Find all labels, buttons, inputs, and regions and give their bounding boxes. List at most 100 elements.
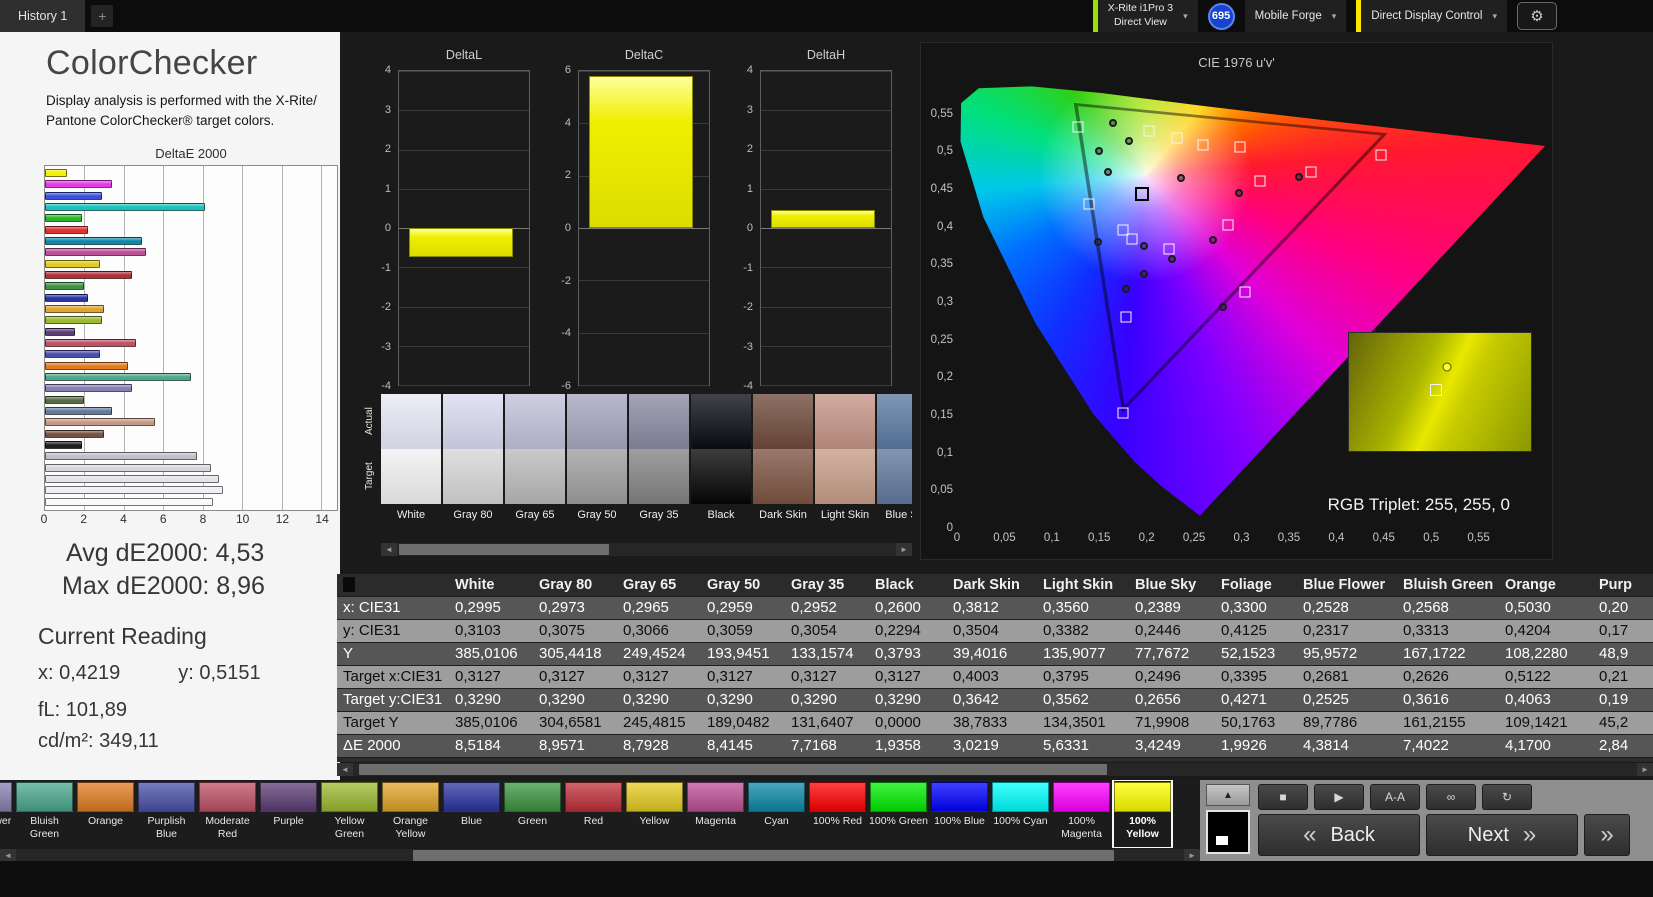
deltae-bar-row <box>45 429 337 438</box>
patch-button-purplish-blue[interactable]: Purplish Blue <box>137 780 196 848</box>
cie-plot <box>957 76 1545 528</box>
x-tick-label: 0 <box>40 511 48 526</box>
patch-button-orange[interactable]: Orange <box>76 780 135 848</box>
scroll-thumb[interactable] <box>413 850 1114 861</box>
patch-button-cyan[interactable]: Cyan <box>747 780 806 848</box>
table-cell: 131,6407 <box>785 711 869 735</box>
history-tab[interactable]: History 1 <box>0 0 86 32</box>
gridline <box>761 228 891 229</box>
patch-button-purple[interactable]: Purple <box>259 780 318 848</box>
table-cell: 109,1421 <box>1499 711 1593 735</box>
table-cell: 0,0000 <box>869 711 947 735</box>
scroll-thumb[interactable] <box>399 544 609 555</box>
table-cell: 95,9572 <box>1297 642 1397 666</box>
gridline <box>579 228 709 229</box>
source-selector[interactable]: Mobile Forge ▾ <box>1244 0 1347 32</box>
patch-button-blue-flower[interactable]: Blue Flower <box>0 780 13 848</box>
row-label: ΔE 2000 <box>337 734 449 758</box>
comparison-patch: Gray 65 <box>505 394 565 534</box>
table-cell: 52,1523 <box>1215 642 1297 666</box>
y-axis-labels: 4 3 2 1 0 -1 -2 -3 -4 <box>734 64 756 392</box>
patch-swatch <box>382 782 439 812</box>
patch-button-100-red[interactable]: 100% Red <box>808 780 867 848</box>
scroll-track[interactable] <box>353 763 1637 776</box>
table-cell: 0,3290 <box>617 688 701 712</box>
deltae-bar-row <box>45 282 337 291</box>
patch-button-orange-yellow[interactable]: Orange Yellow <box>381 780 440 848</box>
continuous-read-button[interactable]: ∞ <box>1426 784 1476 810</box>
patch-button-100-cyan[interactable]: 100% Cyan <box>991 780 1050 848</box>
gridline <box>761 110 891 112</box>
comparison-scrollbar[interactable]: ◄ ► <box>381 543 912 556</box>
patch-button-100-green[interactable]: 100% Green <box>869 780 928 848</box>
gridline <box>579 385 709 386</box>
patch-button-100-yellow[interactable]: 100% Yellow <box>1112 780 1173 848</box>
back-button[interactable]: « Back <box>1258 814 1420 856</box>
table-cell: 0,3127 <box>701 665 785 689</box>
patch-button-yellow-green[interactable]: Yellow Green <box>320 780 379 848</box>
gridline <box>399 110 529 112</box>
measured-marker <box>1208 236 1217 245</box>
y-tick-label: 0,45 <box>930 183 953 195</box>
scroll-right-arrow[interactable]: ► <box>896 543 912 556</box>
display-control-selector[interactable]: Direct Display Control ▾ <box>1356 0 1507 32</box>
column-header: Foliage <box>1215 574 1297 597</box>
loop-button[interactable]: ↻ <box>1482 784 1532 810</box>
scroll-track[interactable] <box>397 543 896 556</box>
patch-button-bluish-green[interactable]: Bluish Green <box>15 780 74 848</box>
table-cell: 0,3382 <box>1037 619 1129 643</box>
patch-button-blue[interactable]: Blue <box>442 780 501 848</box>
current-cdm2: cd/m²: 349,11 <box>38 729 159 752</box>
table-cell: 0,2952 <box>785 596 869 620</box>
patch-name: White <box>396 509 426 521</box>
meter-selector[interactable]: X-Rite i1Pro 3 Direct View ▾ <box>1092 0 1198 32</box>
table-cell: 5,6331 <box>1037 734 1129 758</box>
deltae-bar <box>45 191 103 200</box>
stop-button[interactable]: ■ <box>1258 784 1308 810</box>
table-cell: 3,4249 <box>1129 734 1215 758</box>
chevron-left-icon: « <box>1303 821 1317 848</box>
deltae-bar-row <box>45 395 337 404</box>
table-cell: 1,9926 <box>1215 734 1297 758</box>
deltae-bar-row <box>45 407 337 416</box>
y-tick-label: 0,1 <box>937 446 953 459</box>
expand-patch-list-button[interactable]: ▲ <box>1206 784 1250 806</box>
rgb-triplet-label: RGB Triplet: 255, 255, 0 <box>1327 495 1510 514</box>
scroll-thumb[interactable] <box>359 764 1107 775</box>
table-cell: 0,3127 <box>533 665 617 689</box>
next-button[interactable]: Next » <box>1426 814 1578 856</box>
add-tab-button[interactable]: + <box>91 5 114 27</box>
y-tick-label: 3 <box>384 103 391 116</box>
patch-swatch <box>443 782 500 812</box>
patch-button-magenta[interactable]: Magenta <box>686 780 745 848</box>
patch-swatch <box>1053 782 1110 812</box>
patch-swatch <box>260 782 317 812</box>
forward-button[interactable]: » <box>1584 814 1630 856</box>
pattern-window-button[interactable] <box>1206 810 1250 854</box>
deltae-bar-row <box>45 202 337 211</box>
scroll-left-arrow[interactable]: ◄ <box>337 763 353 776</box>
patch-button-red[interactable]: Red <box>564 780 623 848</box>
y-tick-label: -2 <box>743 301 753 313</box>
patch-button-green[interactable]: Green <box>503 780 562 848</box>
measured-marker <box>1218 303 1227 312</box>
series-read-button[interactable]: A-A <box>1370 784 1420 810</box>
deltae-bar <box>45 373 191 382</box>
settings-button[interactable]: ⚙ <box>1517 2 1557 30</box>
table-cell: 0,3103 <box>449 619 533 643</box>
patch-button-100-magenta[interactable]: 100% Magenta <box>1052 780 1111 848</box>
patch-button-moderate-red[interactable]: Moderate Red <box>198 780 257 848</box>
comparison-patch: Black <box>691 394 751 534</box>
scroll-right-arrow[interactable]: ► <box>1637 763 1653 776</box>
patch-button-100-blue[interactable]: 100% Blue <box>930 780 989 848</box>
patch-button-yellow[interactable]: Yellow <box>625 780 684 848</box>
x-tick-label: 0,45 <box>1372 532 1395 544</box>
scroll-left-arrow[interactable]: ◄ <box>381 543 397 556</box>
chart-plot <box>578 70 710 386</box>
play-button[interactable]: ▶ <box>1314 784 1364 810</box>
y-tick-label: 0,5 <box>937 145 953 158</box>
table-cell: 38,7833 <box>947 711 1037 735</box>
table-cell: 0,4003 <box>947 665 1037 689</box>
column-header: Blue Sky <box>1129 574 1215 597</box>
table-scrollbar[interactable]: ◄ ► <box>337 763 1653 776</box>
